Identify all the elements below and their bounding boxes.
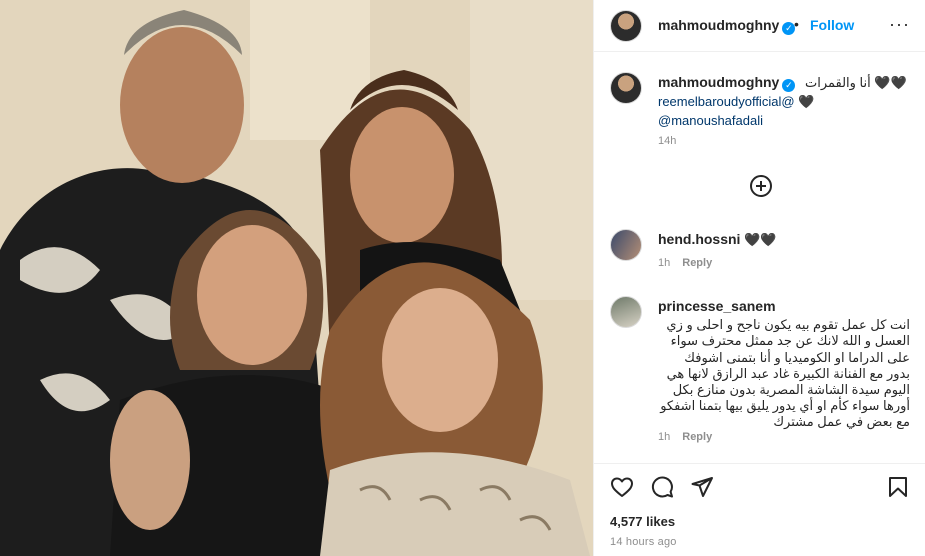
comment-body: princesse_sanem انت كل عمل تقوم بيه يكون… (658, 298, 910, 431)
paper-plane-icon[interactable] (690, 475, 714, 499)
reply-button[interactable]: Reply (682, 257, 712, 269)
more-options-icon[interactable]: ··· (889, 14, 910, 35)
post-header: mahmoudmoghny ✓ • Follow ··· (594, 0, 925, 52)
caption-verified-badge-icon: ✓ (782, 79, 796, 92)
separator-dot: • (794, 16, 799, 32)
comment-username[interactable]: hend.hossni (658, 231, 740, 247)
post-panel: mahmoudmoghny ✓ • Follow ··· mahmoudmoghn… (593, 0, 925, 556)
post-photo[interactable] (0, 0, 593, 556)
comment-time: 1h (658, 431, 671, 443)
caption-body: mahmoudmoghny ✓ أنا والقمرات 🖤🖤 reemelbar… (658, 73, 908, 130)
plus-circle-icon[interactable] (749, 174, 773, 198)
bookmark-icon[interactable] (886, 475, 910, 499)
follow-button[interactable]: Follow (810, 17, 854, 33)
post-timestamp[interactable]: 14 hours ago (610, 536, 677, 548)
comment-text: 🖤🖤 (744, 232, 777, 247)
caption-mention-1[interactable]: reemelbaroudyofficial@ (658, 94, 795, 109)
author-username-text[interactable]: mahmoudmoghny (658, 17, 779, 33)
comment-meta: 1h Reply (658, 257, 712, 269)
author-avatar[interactable] (610, 10, 642, 42)
author-username[interactable]: mahmoudmoghny ✓ (658, 17, 796, 35)
caption-mention-2[interactable]: @manoushafadali (658, 113, 763, 128)
caption-username[interactable]: mahmoudmoghny ✓ (658, 74, 796, 92)
caption-time: 14h (658, 135, 677, 147)
caption-avatar[interactable] (610, 72, 642, 104)
comment-time: 1h (658, 257, 671, 269)
caption-username-text[interactable]: mahmoudmoghny (658, 74, 779, 90)
action-bar (594, 463, 925, 507)
heart-icon[interactable] (610, 475, 634, 499)
comment-avatar[interactable] (610, 296, 642, 328)
comment-username[interactable]: princesse_sanem (658, 298, 776, 314)
post-photo-illustration (0, 0, 593, 556)
comment-text: انت كل عمل تقوم بيه يكون ناجح و احلى و ز… (660, 317, 910, 430)
comment-meta: 1h Reply (658, 431, 712, 443)
comment-avatar[interactable] (610, 229, 642, 261)
reply-button[interactable]: Reply (682, 431, 712, 443)
caption-text: أنا والقمرات 🖤🖤 (804, 75, 907, 90)
comment-body: hend.hossni 🖤🖤 (658, 231, 910, 248)
caption-heart: 🖤 (798, 94, 815, 109)
likes-count[interactable]: 4,577 likes (610, 514, 675, 529)
comment-icon[interactable] (650, 475, 674, 499)
